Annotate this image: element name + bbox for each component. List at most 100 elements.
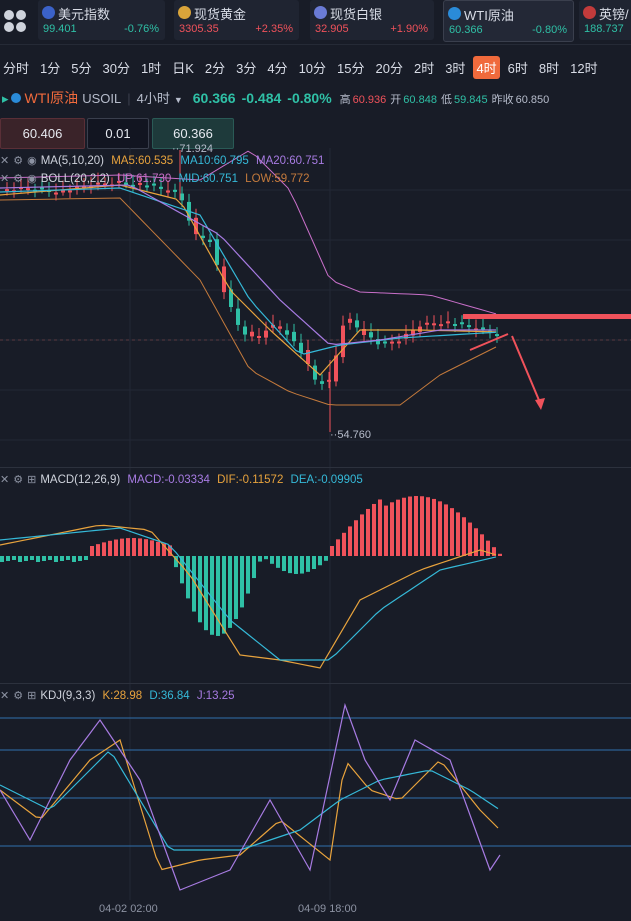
period-tab[interactable]: 日K xyxy=(169,56,197,79)
close-icon[interactable]: ✕ xyxy=(0,473,9,486)
candle-body xyxy=(355,320,359,328)
macd-bar xyxy=(216,556,220,636)
macd-bar xyxy=(102,542,106,556)
period-tab[interactable]: 6时 xyxy=(505,56,531,79)
candle-body xyxy=(236,308,240,325)
period-tab[interactable]: 8时 xyxy=(536,56,562,79)
expand-icon[interactable]: ▸ xyxy=(2,91,9,107)
ticker-card[interactable]: WTI原油 60.366 -0.80% xyxy=(443,0,574,42)
ticker-change: +2.35% xyxy=(255,23,293,35)
chart-area[interactable] xyxy=(0,148,631,921)
chevron-down-icon[interactable]: ▼ xyxy=(174,95,183,105)
macd-bar xyxy=(396,499,400,556)
eye-icon[interactable]: ◉ xyxy=(27,172,37,185)
macd-bar xyxy=(426,497,430,556)
ticker-card[interactable]: 现货黄金 3305.35 +2.35% xyxy=(174,0,299,40)
candle-body xyxy=(397,341,401,344)
period-tab[interactable]: 1分 xyxy=(37,56,63,79)
candle-body xyxy=(145,185,149,188)
period-tab[interactable]: 30分 xyxy=(99,56,132,79)
macd-bar xyxy=(480,534,484,556)
macd-bar xyxy=(312,556,316,570)
ticker-card[interactable]: 英镑/188.737 xyxy=(579,0,631,40)
separator: | xyxy=(127,91,131,106)
ticker-card[interactable]: 美元指数 99.401 -0.76% xyxy=(38,0,165,40)
period-tab[interactable]: 分时 xyxy=(0,56,32,79)
macd-bar xyxy=(366,508,370,556)
candle-body xyxy=(446,321,450,324)
candle-body xyxy=(425,322,429,325)
close-icon[interactable]: ✕ xyxy=(0,154,9,167)
macd-bar xyxy=(420,496,424,556)
candle-body xyxy=(278,326,282,329)
settings-icon[interactable]: ⚙ xyxy=(13,689,23,702)
macd-bar xyxy=(414,496,418,556)
resistance-line xyxy=(463,314,631,319)
macd-kdj-divider xyxy=(0,683,631,684)
ma20-line xyxy=(0,184,496,346)
max-price-label: ··71.924 xyxy=(172,143,213,155)
period-tab[interactable]: 15分 xyxy=(334,56,367,79)
macd-bar xyxy=(42,556,46,561)
macd-bar xyxy=(450,508,454,556)
ticker-card[interactable]: 现货白银 32.905 +1.90% xyxy=(310,0,434,40)
macd-bar xyxy=(372,503,376,556)
lot-input[interactable]: 0.01 xyxy=(87,118,149,149)
settings-icon[interactable]: ⚙ xyxy=(13,473,23,486)
macd-bar xyxy=(276,556,280,568)
macd-bar xyxy=(462,517,466,556)
ticker-price: 3305.35 xyxy=(179,23,219,35)
period-tab[interactable]: 20分 xyxy=(373,56,406,79)
period-tab[interactable]: 4时 xyxy=(473,55,500,79)
ticker-name: 现货黄金 xyxy=(194,7,247,22)
ticker-change: +1.90% xyxy=(390,23,428,35)
macd-bar xyxy=(468,522,472,556)
period-tab[interactable]: 1时 xyxy=(138,56,164,79)
silver-icon xyxy=(314,6,327,19)
candle-body xyxy=(173,189,177,192)
plus-icon[interactable]: ⊞ xyxy=(27,689,36,702)
sell-price-box[interactable]: 60.406 xyxy=(0,118,85,149)
candle-body xyxy=(299,342,303,353)
macd-bar xyxy=(282,556,286,572)
open-label: 开 xyxy=(390,94,402,106)
candle-body xyxy=(348,318,352,323)
close-icon[interactable]: ✕ xyxy=(0,172,9,185)
candle-body xyxy=(208,239,212,242)
period-tab[interactable]: 2分 xyxy=(202,56,228,79)
candle-body xyxy=(40,187,44,190)
macd-bar xyxy=(288,556,292,574)
timeframe-select[interactable]: 4小时 xyxy=(137,88,170,107)
time-label-1: 04-02 02:00 xyxy=(99,903,158,915)
dea-value: DEA:-0.09905 xyxy=(290,474,363,486)
candle-body xyxy=(313,365,317,380)
period-tab[interactable]: 3分 xyxy=(233,56,259,79)
period-tab[interactable]: 5分 xyxy=(68,56,94,79)
macd-bar xyxy=(60,556,64,561)
macd-bar xyxy=(486,540,490,556)
eye-icon[interactable]: ◉ xyxy=(27,154,37,167)
settings-icon[interactable]: ⚙ xyxy=(13,154,23,167)
boll-up-value: UP:61.730 xyxy=(116,173,172,185)
ma5-line xyxy=(0,184,497,376)
candle-body xyxy=(383,341,387,344)
menu-grid-icon[interactable] xyxy=(2,8,28,34)
macd-bar xyxy=(12,556,16,560)
settings-icon[interactable]: ⚙ xyxy=(13,172,23,185)
period-tab[interactable]: 4分 xyxy=(264,56,290,79)
macd-bar xyxy=(264,556,268,560)
macd-bar xyxy=(114,539,118,556)
period-tab[interactable]: 3时 xyxy=(442,56,468,79)
close-icon[interactable]: ✕ xyxy=(0,689,9,702)
symbol-name[interactable]: WTI原油 xyxy=(25,88,79,108)
period-tab[interactable]: 10分 xyxy=(296,56,329,79)
plus-icon[interactable]: ⊞ xyxy=(27,473,36,486)
macd-bar xyxy=(18,556,22,562)
time-label-2: 04-09 18:00 xyxy=(298,903,357,915)
candle-body xyxy=(5,189,9,192)
macd-bar xyxy=(90,546,94,556)
period-tab[interactable]: 12时 xyxy=(567,56,600,79)
period-selector: 分时 1分 5分 30分 1时 日K 2分 3分 4分 10分 15分 20分 2时 3时 4时 6时 8时 12… xyxy=(0,52,631,82)
period-tab[interactable]: 2时 xyxy=(411,56,437,79)
candle-body xyxy=(481,327,485,330)
